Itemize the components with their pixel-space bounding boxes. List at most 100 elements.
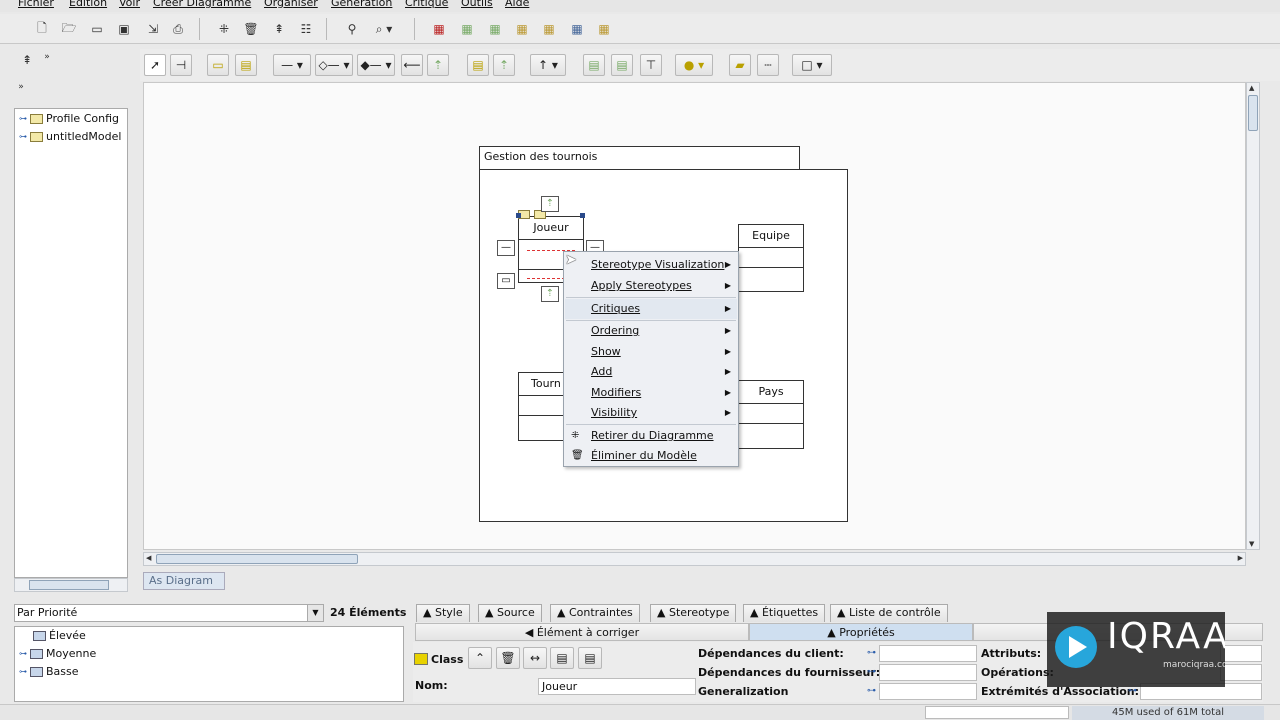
operations-compartment[interactable]	[519, 416, 565, 436]
navigate-icon[interactable]: ↔	[523, 647, 547, 669]
class-diagram-icon[interactable]: ▦	[427, 18, 451, 40]
menu-item-show[interactable]: Show ▶	[565, 342, 737, 362]
broom-tool-icon[interactable]: ⊣	[170, 54, 192, 76]
dependency-tool-icon[interactable]: ⟵	[401, 54, 423, 76]
todo-item-high[interactable]: Élevée	[33, 629, 86, 642]
usecase-diagram-icon[interactable]: ▦	[455, 18, 479, 40]
tab-liste-controle[interactable]: ▲ Liste de contrôle	[830, 604, 948, 622]
attributes-compartment[interactable]	[739, 404, 803, 424]
diagram-tab[interactable]: As Diagram	[143, 572, 225, 590]
save-icon[interactable]: ▭	[85, 18, 109, 40]
attributes-compartment[interactable]	[519, 396, 565, 416]
menu-item-ordering[interactable]: Ordering ▶	[565, 321, 737, 341]
class-tournoi[interactable]: Tourn	[518, 372, 566, 441]
scroll-thumb[interactable]	[1248, 95, 1258, 131]
export-icon[interactable]: ⇲	[141, 18, 165, 40]
composition-tool-icon[interactable]: ◆— ▾	[357, 54, 395, 76]
package-tool-icon[interactable]: ▭	[207, 54, 229, 76]
expand-arrow-icon[interactable]: ⊶	[19, 649, 27, 658]
menu-organiser[interactable]: Organiser	[264, 0, 318, 9]
class-pays[interactable]: Pays	[738, 380, 804, 449]
scroll-thumb[interactable]	[156, 554, 358, 564]
association-tool-icon[interactable]: — ▾	[273, 54, 311, 76]
explorer-hscrollbar[interactable]	[14, 578, 128, 592]
tree-item-model[interactable]: ⊶ untitledModel	[19, 130, 121, 143]
realization-tool-icon[interactable]: ⇡	[493, 54, 515, 76]
navigate-icon[interactable]: ⇞	[16, 50, 38, 70]
remove-from-diagram-icon[interactable]: ⁜	[212, 18, 236, 40]
expand-icon[interactable]: »	[40, 50, 54, 64]
deployment-diagram-icon[interactable]: ▦	[565, 18, 589, 40]
tab-contraintes[interactable]: ▲ Contraintes	[550, 604, 640, 622]
menu-critique[interactable]: Critique	[405, 0, 448, 9]
trash-icon[interactable]: 🗑	[496, 647, 520, 669]
menu-item-modifiers[interactable]: Modifiers ▶	[565, 383, 737, 403]
datatype-tool-icon[interactable]: ▤	[583, 54, 605, 76]
enumeration-tool-icon[interactable]: ▤	[611, 54, 633, 76]
stereotype-tool-icon[interactable]: ⊤	[640, 54, 662, 76]
class-equipe[interactable]: Equipe	[738, 224, 804, 292]
menu-item-critiques[interactable]: Critiques ▶	[565, 299, 737, 319]
canvas-hscrollbar[interactable]: ◀ ▶	[143, 552, 1246, 566]
generalization-handle-icon[interactable]: ⇡	[541, 196, 559, 212]
menu-item-add[interactable]: Add ▶	[565, 362, 737, 382]
client-deps-field[interactable]	[879, 645, 977, 662]
chevron-down-icon[interactable]: ▼	[307, 605, 323, 621]
attributes-field[interactable]	[1220, 645, 1262, 662]
state-diagram-icon[interactable]: ▦	[483, 18, 507, 40]
shape-tool-icon[interactable]: □ ▾	[792, 54, 832, 76]
menu-outils[interactable]: Outils	[461, 0, 493, 9]
menu-item-visibility[interactable]: Visibility ▶	[565, 403, 737, 423]
select-tool-icon[interactable]: ➚	[144, 54, 166, 76]
collaboration-diagram-icon[interactable]: ▦	[537, 18, 561, 40]
comment-link-tool-icon[interactable]: ┄	[757, 54, 779, 76]
open-file-icon[interactable]: 🗁	[57, 18, 81, 40]
tree-item-profile[interactable]: ⊶ Profile Config	[19, 112, 119, 125]
zoom-dropdown-icon[interactable]: ⌕ ▾	[367, 18, 401, 40]
new-attribute-icon[interactable]: ▤	[550, 647, 574, 669]
todo-item-medium[interactable]: ⊶ Moyenne	[19, 647, 96, 660]
class-tool-icon[interactable]: ▤	[235, 54, 257, 76]
todo-item-low[interactable]: ⊶ Basse	[19, 665, 79, 678]
menu-item-stereotype-visualization[interactable]: Stereotype Visualization ▶	[565, 255, 737, 275]
todo-sort-select[interactable]: Par Priorité ▼	[14, 604, 324, 622]
color-tool-icon[interactable]: ● ▾	[675, 54, 713, 76]
package-name-tab[interactable]: Gestion des tournois	[479, 146, 800, 170]
generalization-tool-icon[interactable]: ⇡	[427, 54, 449, 76]
expand-arrow-icon[interactable]: ⊶	[19, 667, 27, 676]
new-file-icon[interactable]: 🗋	[30, 18, 54, 40]
menu-item-remove-from-diagram[interactable]: ⁜ Retirer du Diagramme	[565, 426, 737, 446]
tab-todo-item[interactable]: ◀ Élément à corriger	[415, 623, 749, 641]
canvas-vscrollbar[interactable]: ▲ ▼	[1246, 82, 1260, 550]
menu-item-apply-stereotypes[interactable]: Apply Stereotypes ▶	[565, 276, 737, 296]
tab-source[interactable]: ▲ Source	[478, 604, 542, 622]
realization-dropdown-icon[interactable]: ↑ ▾	[530, 54, 566, 76]
selection-handle[interactable]	[516, 213, 521, 218]
tab-stereotype[interactable]: ▲ Stereotype	[650, 604, 737, 622]
menu-creer-diagramme[interactable]: Créer Diagramme	[153, 0, 251, 9]
specialization-handle-icon[interactable]: ⇡	[541, 286, 559, 302]
sequence-diagram-icon[interactable]: ▦	[592, 18, 616, 40]
menu-voir[interactable]: Voir	[119, 0, 140, 9]
operations-field[interactable]	[1220, 664, 1262, 681]
generalization-field[interactable]	[879, 683, 977, 700]
delete-icon[interactable]: 🗑	[239, 18, 263, 40]
activity-diagram-icon[interactable]: ▦	[510, 18, 534, 40]
composition-handle-icon[interactable]: ▭	[497, 273, 515, 289]
comment-tool-icon[interactable]: ▰	[729, 54, 751, 76]
menu-fichier[interactable]: Fichier	[18, 0, 54, 9]
scroll-up-icon[interactable]: ▲	[1249, 84, 1254, 92]
expand-arrow-icon[interactable]: ⊶	[19, 114, 27, 123]
settings-icon[interactable]: ☷	[294, 18, 318, 40]
menu-edition[interactable]: Edition	[69, 0, 107, 9]
selection-handle[interactable]	[580, 213, 585, 218]
tab-etiquettes[interactable]: ▲ Étiquettes	[743, 604, 826, 622]
find-icon[interactable]: ⚲	[340, 18, 364, 40]
operations-compartment[interactable]	[739, 424, 803, 444]
interface-tool-icon[interactable]: ▤	[467, 54, 489, 76]
association-handle-icon[interactable]: —	[497, 240, 515, 256]
go-up-icon[interactable]: ⌃	[468, 647, 492, 669]
tab-style[interactable]: ▲ Style	[416, 604, 470, 622]
print-icon[interactable]: ⎙	[166, 18, 190, 40]
menu-generation[interactable]: Génération	[331, 0, 392, 9]
